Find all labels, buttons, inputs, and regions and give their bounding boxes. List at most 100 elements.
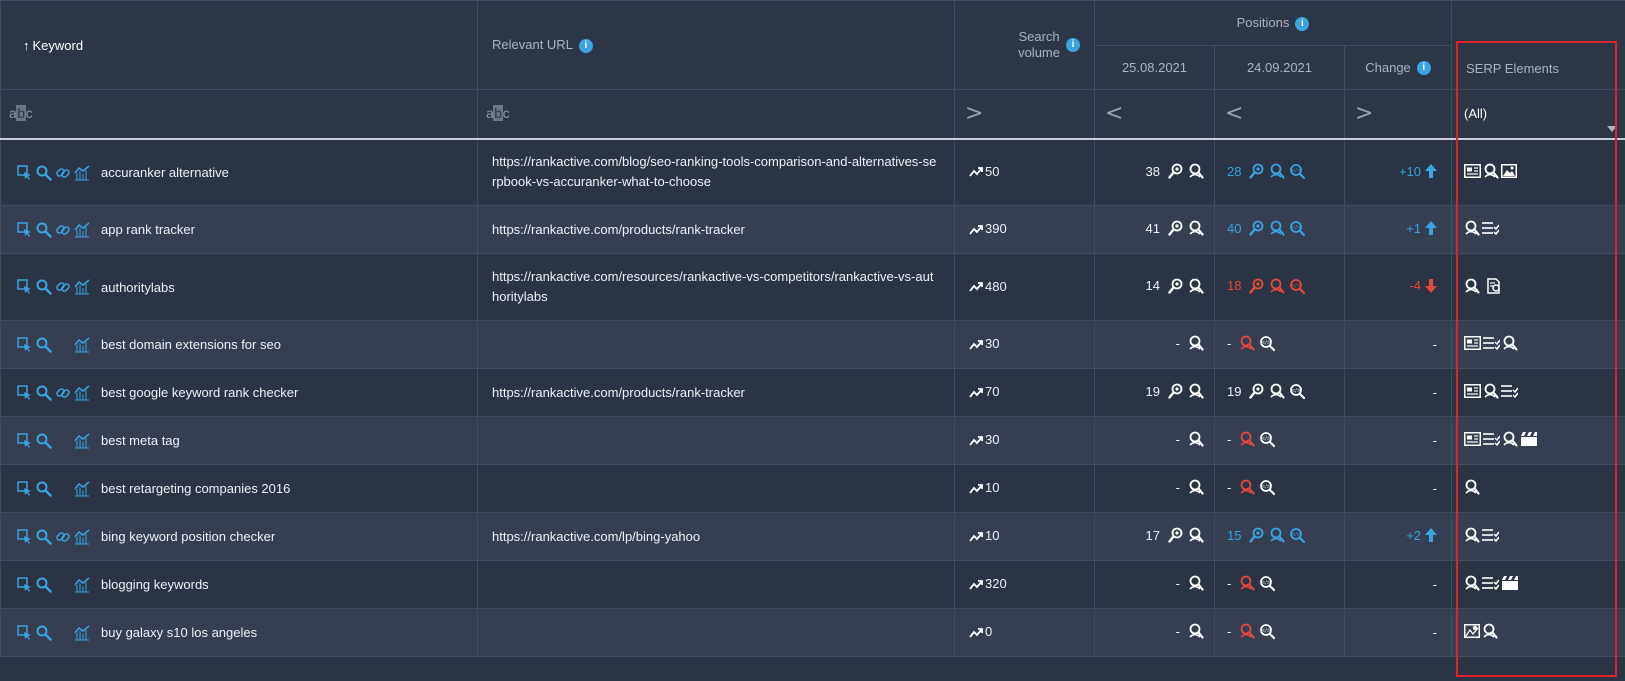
relevant-url-link[interactable]: https://rankactive.com/products/rank-tra… (492, 222, 745, 237)
search-volume-value: 320 (985, 576, 1007, 592)
relevant-url-cell[interactable] (477, 608, 955, 657)
date2-filter-input[interactable]: < (1214, 89, 1345, 140)
info-icon[interactable]: i (578, 38, 593, 53)
date1-filter-input[interactable]: < (1094, 89, 1215, 140)
chart-icon[interactable] (74, 337, 90, 353)
position-value: - (1175, 575, 1180, 591)
relevant-url-cell[interactable] (477, 464, 955, 513)
target-cursor-icon[interactable] (17, 481, 33, 497)
relevant-url-cell[interactable]: https://rankactive.com/lp/bing-yahoo (477, 512, 955, 561)
chart-icon[interactable] (74, 481, 90, 497)
chevron-down-icon[interactable] (1607, 126, 1618, 133)
target-cursor-icon[interactable] (17, 385, 33, 401)
search-icon[interactable] (36, 165, 52, 181)
chart-icon[interactable] (74, 577, 90, 593)
target-cursor-icon[interactable] (17, 577, 33, 593)
table-row[interactable]: best meta tag 30 - - </> - (0, 416, 1625, 465)
table-row[interactable]: best google keyword rank checker https://… (0, 368, 1625, 417)
link-icon[interactable] (55, 165, 71, 181)
target-cursor-icon[interactable] (17, 222, 33, 238)
target-cursor-icon[interactable] (17, 164, 33, 181)
relevant-url-link[interactable]: https://rankactive.com/blog/seo-ranking-… (492, 154, 936, 189)
relevant-url-cell[interactable]: https://rankactive.com/products/rank-tra… (477, 368, 955, 417)
position-value: 18 (1227, 278, 1242, 294)
relevant-url-link[interactable]: https://rankactive.com/lp/bing-yahoo (492, 529, 700, 544)
position-value: 15 (1227, 527, 1242, 543)
relevant-url-cell[interactable]: https://rankactive.com/resources/rankact… (477, 253, 955, 321)
relevant-url-cell[interactable]: https://rankactive.com/products/rank-tra… (477, 205, 955, 254)
link-icon[interactable] (55, 529, 71, 545)
relevant-url-cell[interactable] (477, 320, 955, 369)
search-icon[interactable] (36, 433, 52, 449)
table-row[interactable]: accuranker alternative https://rankactive… (0, 138, 1625, 206)
link-icon[interactable] (55, 279, 71, 295)
featured-position-icon (1249, 220, 1264, 236)
link-icon[interactable] (55, 222, 71, 238)
search-icon[interactable] (36, 577, 52, 593)
date2-column-header[interactable]: 24.09.2021 (1214, 45, 1345, 90)
chart-icon[interactable] (74, 385, 90, 401)
change-filter-input[interactable]: > (1343, 89, 1453, 140)
keyword-filter-input[interactable]: abc (0, 89, 478, 140)
target-cursor-icon[interactable] (17, 625, 33, 641)
volume-filter-input[interactable]: > (954, 89, 1095, 140)
code-search-icon: </> (1260, 432, 1276, 448)
chart-icon[interactable] (74, 279, 90, 295)
serp-elements-cell (1451, 368, 1625, 417)
search-icon[interactable] (36, 481, 52, 497)
chart-icon[interactable] (74, 529, 90, 545)
serp-elements-column-header[interactable]: SERP Elements (1451, 0, 1625, 90)
relevant-url-cell[interactable] (477, 416, 955, 465)
keyword-actions (17, 433, 101, 449)
search-icon[interactable] (36, 385, 52, 401)
relevant-url-link[interactable]: https://rankactive.com/resources/rankact… (492, 269, 933, 304)
chart-icon[interactable] (74, 164, 90, 181)
target-cursor-icon[interactable] (17, 337, 33, 353)
serp-filter-select[interactable]: (All) (1451, 89, 1625, 140)
search-icon[interactable] (36, 279, 52, 296)
position-date2-cell: - </> (1214, 320, 1345, 369)
position-value: - (1227, 575, 1232, 591)
chart-icon[interactable] (74, 625, 90, 641)
info-icon[interactable]: i (1416, 61, 1431, 76)
keyword-cell: blogging keywords (0, 560, 478, 609)
position-date1-cell: - (1094, 416, 1215, 465)
table-row[interactable]: authoritylabs https://rankactive.com/reso… (0, 253, 1625, 321)
search-icon[interactable] (36, 222, 52, 238)
keyword-column-header[interactable]: ↑ Keyword (0, 0, 478, 90)
table-row[interactable]: bing keyword position checker https://ran… (0, 512, 1625, 561)
relevant-url-column-header[interactable]: Relevant URL i (477, 0, 955, 90)
table-row[interactable]: app rank tracker https://rankactive.com/p… (0, 205, 1625, 254)
target-cursor-icon[interactable] (17, 433, 33, 449)
table-row[interactable]: blogging keywords 320 - - </> - (0, 560, 1625, 609)
table-row[interactable]: best domain extensions for seo 30 - - </> - (0, 320, 1625, 369)
change-value: - (1432, 481, 1438, 496)
info-icon[interactable]: i (1295, 16, 1310, 31)
search-icon[interactable] (36, 529, 52, 545)
target-cursor-icon[interactable] (17, 529, 33, 545)
url-filter-input[interactable]: abc (477, 89, 955, 140)
change-column-header[interactable]: Change i (1343, 45, 1453, 90)
table-row[interactable]: best retargeting companies 2016 10 - - </> - (0, 464, 1625, 513)
date1-column-header[interactable]: 25.08.2021 (1094, 45, 1215, 90)
position-date1-cell: - (1094, 608, 1215, 657)
search-volume-column-header[interactable]: Search volume i (954, 0, 1095, 90)
position-date2-cell: - </> (1214, 560, 1345, 609)
code-search-icon: </> (1260, 480, 1276, 496)
map-serp-icon (1464, 624, 1481, 638)
search-volume-cell: 10 (954, 464, 1095, 513)
link-icon[interactable] (55, 385, 71, 401)
table-row[interactable]: buy galaxy s10 los angeles 0 - - </> - (0, 608, 1625, 657)
chart-icon[interactable] (74, 433, 90, 449)
relevant-url-cell[interactable] (477, 560, 955, 609)
relevant-url-link[interactable]: https://rankactive.com/products/rank-tra… (492, 385, 745, 400)
position-date1-cell: 14 (1094, 253, 1215, 321)
chart-icon[interactable] (74, 222, 90, 238)
code-search-icon: </> (1290, 278, 1306, 294)
target-cursor-icon[interactable] (17, 279, 33, 295)
relevant-url-cell[interactable]: https://rankactive.com/blog/seo-ranking-… (477, 138, 955, 206)
images-serp-icon (1501, 163, 1518, 178)
info-icon[interactable]: i (1066, 38, 1080, 52)
search-icon[interactable] (36, 625, 52, 641)
search-icon[interactable] (36, 337, 52, 353)
